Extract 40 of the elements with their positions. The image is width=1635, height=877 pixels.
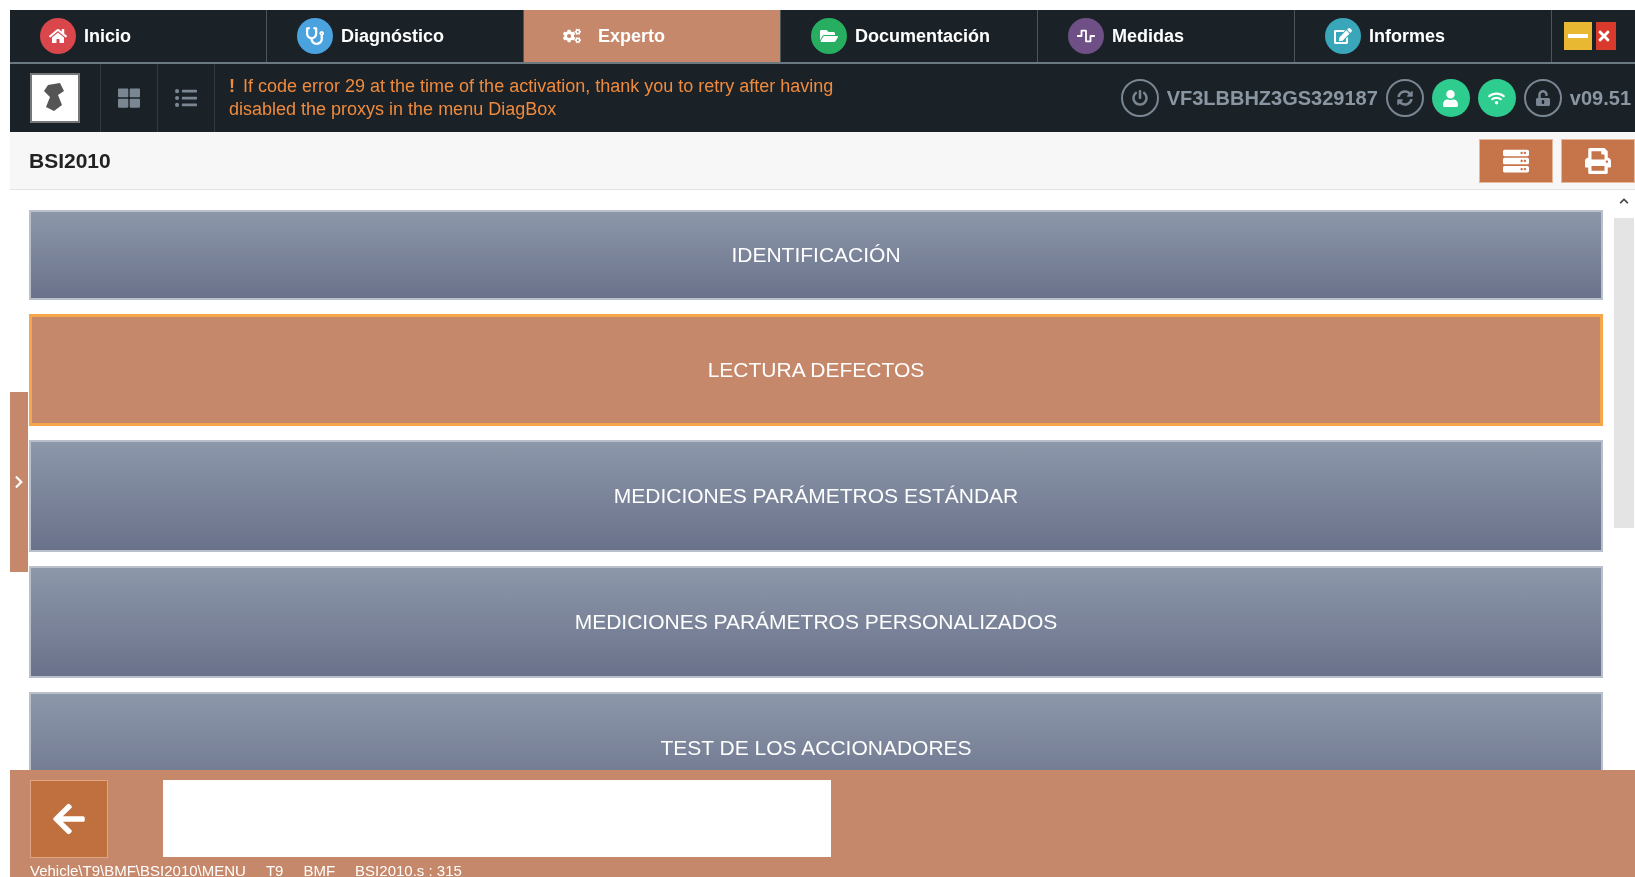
path-text: BMF (303, 862, 336, 877)
nav-tab[interactable]: Diagnóstico (267, 10, 524, 62)
chevron-up-icon (1619, 196, 1629, 206)
layout-button[interactable] (1479, 138, 1553, 183)
nav-tab[interactable]: Informes (1295, 10, 1552, 62)
path-text: BSI2010.s : 315 (355, 862, 462, 877)
user-icon[interactable] (1431, 79, 1470, 117)
nav-tab[interactable]: Experto (524, 10, 781, 62)
sync-icon[interactable] (1385, 79, 1424, 117)
menu-item[interactable]: IDENTIFICACIÓN (29, 210, 1603, 300)
notepad-icon (1325, 18, 1361, 54)
path-text: T9 (265, 862, 284, 877)
path-text: Vehicle\T9\BMF\BSI2010\MENU (30, 862, 246, 877)
minus-icon (1568, 34, 1588, 38)
menu-item[interactable]: MEDICIONES PARÁMETROS ESTÁNDAR (29, 440, 1603, 552)
version-label: v09.51 (1569, 86, 1631, 110)
unlock-icon[interactable] (1523, 79, 1562, 117)
menu-item[interactable]: LECTURA DEFECTOS (29, 314, 1603, 426)
stethoscope-icon (297, 18, 333, 54)
pulse-icon (1068, 18, 1104, 54)
nav-tab[interactable]: Documentación (781, 10, 1038, 62)
nav-tab[interactable]: Inicio (10, 10, 267, 62)
notice-message: ! If code error 29 at the time of the activation, thank you to retry after having disabled the proxys in the menu DiagBox (214, 64, 1121, 132)
house-icon (40, 18, 76, 54)
close-icon (1596, 28, 1612, 44)
side-panel-toggle[interactable] (10, 392, 28, 572)
power-icon[interactable] (1120, 79, 1159, 117)
folder-icon (811, 18, 847, 54)
back-button[interactable] (30, 780, 108, 858)
printer-icon (1585, 147, 1611, 174)
stacked-rows-icon (1503, 147, 1529, 174)
menu-item[interactable]: TEST DE LOS ACCIONADORES (29, 692, 1603, 770)
nav-tab[interactable]: Medidas (1038, 10, 1295, 62)
page-title: BSI2010 (29, 148, 111, 173)
print-button[interactable] (1561, 138, 1635, 183)
close-button[interactable] (1596, 22, 1616, 50)
vin-number: VF3LBBHZ3GS329187 (1166, 86, 1378, 110)
arrow-left-icon (51, 801, 87, 837)
menu-item[interactable]: MEDICIONES PARÁMETROS PERSONALIZADOS (29, 566, 1603, 678)
wifi-icon[interactable] (1477, 79, 1516, 117)
